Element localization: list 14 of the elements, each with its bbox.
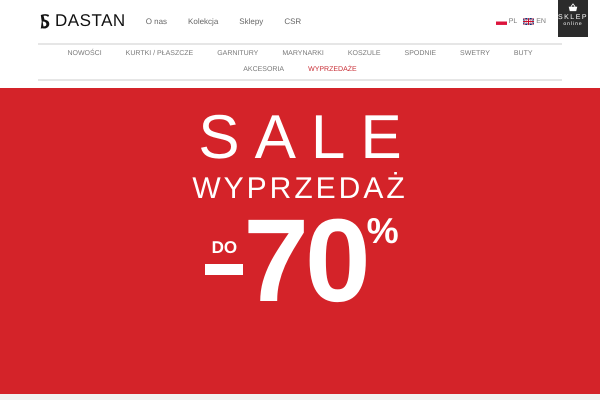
basket-icon [568,3,578,12]
logo-icon [38,12,51,30]
prefix-text: DO [212,239,238,257]
nav-link[interactable]: Kolekcja [188,16,218,26]
sale-subheading: WYPRZEDAŻ [192,173,408,205]
percent-sign: % [366,211,399,251]
sale-heading: SALE [198,106,417,170]
brand-logo[interactable]: DASTAN [55,11,126,31]
uk-flag-icon [523,18,534,24]
nav-link[interactable]: O nas [146,16,168,26]
nav-link[interactable]: Sklepy [239,16,264,26]
nav-link[interactable]: CSR [284,16,302,26]
discount-amount: 70 [243,205,367,317]
minus-mark [205,264,244,275]
